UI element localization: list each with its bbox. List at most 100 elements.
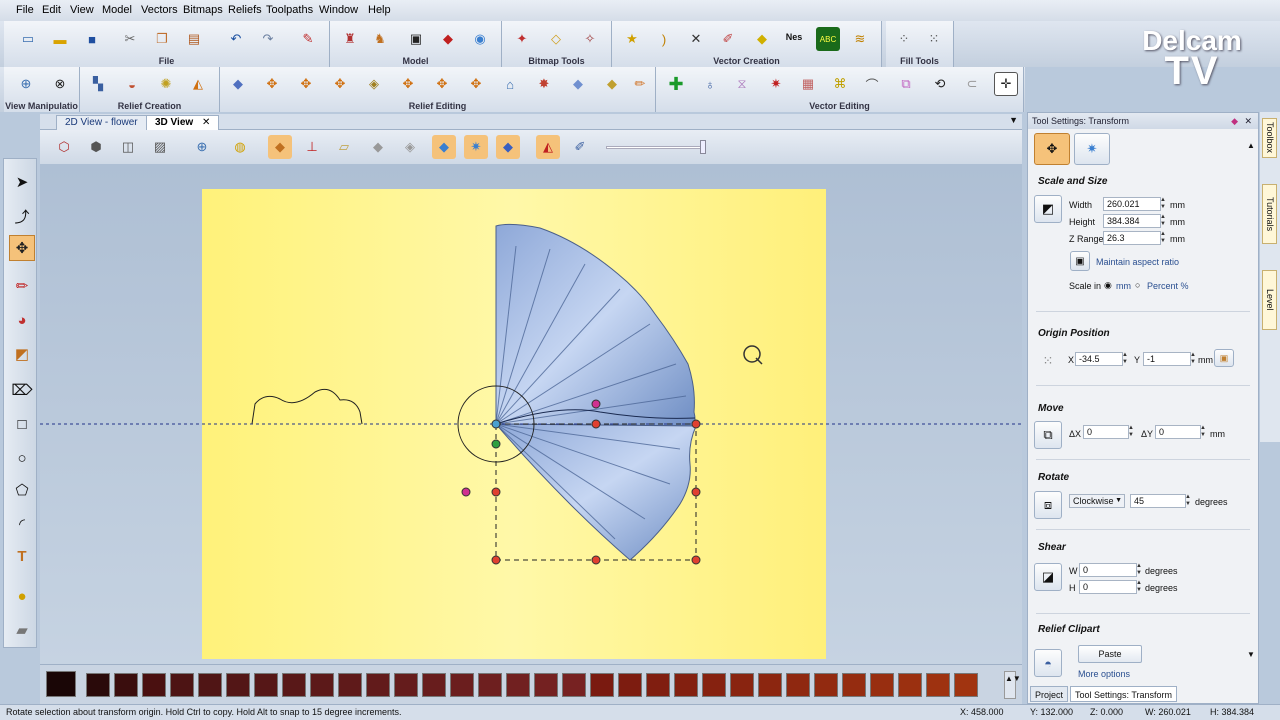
- colour-swatch[interactable]: [646, 673, 670, 697]
- vector-pen-icon[interactable]: ✐: [716, 27, 740, 51]
- top-view-icon[interactable]: ▨: [148, 135, 172, 159]
- colour-swatch[interactable]: [226, 673, 250, 697]
- rotate-direction-select[interactable]: Clockwise ▼: [1069, 494, 1125, 508]
- brush-icon[interactable]: ✐: [568, 135, 592, 159]
- menu-file[interactable]: File: [16, 4, 34, 16]
- model-icon-4[interactable]: ◆: [436, 27, 460, 51]
- origin-y-field[interactable]: -1: [1143, 352, 1191, 366]
- zoom-view-icon[interactable]: ⊕: [190, 135, 214, 159]
- transform-mode-icon[interactable]: ✥: [1034, 133, 1070, 165]
- relief-edit-icon-9[interactable]: ⌂: [498, 72, 522, 96]
- colour-swatch[interactable]: [870, 673, 894, 697]
- colour-swatch[interactable]: [562, 673, 586, 697]
- iso-view-icon[interactable]: ⬡: [52, 135, 76, 159]
- node-edit-icon[interactable]: ⤴: [9, 203, 35, 229]
- bucket-icon[interactable]: ◩: [9, 341, 35, 367]
- colour-swatch[interactable]: [786, 673, 810, 697]
- zoom-slider[interactable]: [606, 146, 706, 149]
- red-tool-icon[interactable]: ◭: [536, 135, 560, 159]
- primary-colour-swatch[interactable]: [46, 671, 76, 697]
- rotate-angle-field[interactable]: 45: [1130, 494, 1186, 508]
- move-dy-field[interactable]: 0: [1155, 425, 1201, 439]
- vector-layers-icon[interactable]: ≋: [848, 27, 872, 51]
- height-spinner-icon[interactable]: ▲ ▼: [1159, 214, 1167, 228]
- eraser-icon[interactable]: ▰: [9, 617, 35, 643]
- model-icon-3[interactable]: ▣: [404, 27, 428, 51]
- text-icon[interactable]: ABC: [816, 27, 840, 51]
- drop-icon[interactable]: ●: [9, 583, 35, 609]
- vector-edit-icon-2[interactable]: ♁: [698, 72, 722, 96]
- vector-shape-icon[interactable]: ◆: [750, 27, 774, 51]
- tab-2d-view[interactable]: 2D View - flower: [56, 115, 147, 130]
- colour-swatch[interactable]: [618, 673, 642, 697]
- vector-edit-icon-3[interactable]: ⧖: [730, 72, 754, 96]
- zrange-spinner-icon[interactable]: ▲ ▼: [1159, 231, 1167, 245]
- colour-swatch[interactable]: [254, 673, 278, 697]
- relief-edit-icon-3[interactable]: ✥: [294, 72, 318, 96]
- polyline-icon[interactable]: ⌦: [9, 377, 35, 403]
- tab-project[interactable]: Project: [1030, 686, 1069, 702]
- origin-x-spinner-icon[interactable]: ▲ ▼: [1121, 352, 1129, 366]
- select-arrow-icon[interactable]: ➤: [9, 169, 35, 195]
- new-file-icon[interactable]: ▭: [16, 27, 40, 51]
- polygon-icon[interactable]: ⬠: [9, 477, 35, 503]
- colour-swatch[interactable]: [534, 673, 558, 697]
- origin-lock-icon[interactable]: ▣: [1214, 349, 1234, 367]
- relief-edit-icon-5[interactable]: ◈: [362, 72, 386, 96]
- relief-mode-icon[interactable]: ✷: [1074, 133, 1110, 165]
- colour-swatch[interactable]: [338, 673, 362, 697]
- colour-swatch[interactable]: [702, 673, 726, 697]
- colour-swatch[interactable]: [310, 673, 334, 697]
- model-icon-5[interactable]: ◉: [468, 27, 492, 51]
- move-dy-spinner-icon[interactable]: ▲ ▼: [1199, 425, 1207, 439]
- grey-shape-icon-2[interactable]: ◈: [398, 135, 422, 159]
- lock-aspect-icon[interactable]: ▣: [1070, 251, 1090, 271]
- model-icon-2[interactable]: ♞: [368, 27, 392, 51]
- star-relief-icon[interactable]: ✷: [464, 135, 488, 159]
- bitmap-icon-1[interactable]: ✦: [510, 27, 534, 51]
- relief-edit-icon-6[interactable]: ✥: [396, 72, 420, 96]
- shear-h-field[interactable]: 0: [1079, 580, 1137, 594]
- rotate-angle-spinner-icon[interactable]: ▲ ▼: [1184, 494, 1192, 508]
- colour-swatch[interactable]: [898, 673, 922, 697]
- undo-icon[interactable]: ↶: [224, 27, 248, 51]
- copy-icon[interactable]: ❐: [150, 27, 174, 51]
- globe-icon[interactable]: ⊗: [48, 72, 72, 96]
- relief-edit-icon-2[interactable]: ✥: [260, 72, 284, 96]
- rectangle-icon[interactable]: □: [9, 411, 35, 437]
- relief-create-icon-4[interactable]: ◭: [186, 72, 210, 96]
- add-node-icon[interactable]: ✚: [664, 72, 688, 96]
- tab-dropdown-icon[interactable]: ▼: [1009, 115, 1018, 125]
- radio-mm[interactable]: ◉: [1104, 280, 1112, 291]
- zoom-slider-handle[interactable]: [700, 140, 706, 154]
- material-icon[interactable]: ▱: [332, 135, 356, 159]
- vector-edit-icon-4[interactable]: ✷: [764, 72, 788, 96]
- open-folder-icon[interactable]: ▬: [48, 27, 72, 51]
- colour-swatch[interactable]: [478, 673, 502, 697]
- paste-button[interactable]: Paste: [1078, 645, 1142, 663]
- colour-swatch[interactable]: [142, 673, 166, 697]
- relief-edit-icon-7[interactable]: ✥: [430, 72, 454, 96]
- tab-3d-view[interactable]: 3D View ✕: [146, 115, 220, 130]
- fill-icon-2[interactable]: ⁙: [922, 27, 946, 51]
- side-tab-level[interactable]: Level: [1262, 270, 1277, 330]
- text-tool-icon[interactable]: T: [9, 543, 35, 569]
- colour-swatch[interactable]: [282, 673, 306, 697]
- origin-x-field[interactable]: -34.5: [1075, 352, 1123, 366]
- vector-edit-icon-6[interactable]: ⌘: [828, 72, 852, 96]
- arc-icon[interactable]: ◜: [9, 511, 35, 537]
- pin-icon[interactable]: ◆: [1231, 113, 1238, 129]
- relief-shade-icon[interactable]: ◆: [268, 135, 292, 159]
- height-field[interactable]: 384.384: [1103, 214, 1161, 228]
- menu-reliefs[interactable]: Reliefs: [228, 4, 262, 16]
- more-options-link[interactable]: More options: [1078, 669, 1130, 679]
- grey-shape-icon-1[interactable]: ◆: [366, 135, 390, 159]
- light-bulb-icon[interactable]: ◍: [228, 135, 252, 159]
- vector-edit-icon-7[interactable]: ⌒: [860, 72, 884, 96]
- colour-swatch[interactable]: [926, 673, 950, 697]
- pencil-icon[interactable]: ✏: [9, 273, 35, 299]
- cut-icon[interactable]: ✂: [118, 27, 142, 51]
- colour-swatch[interactable]: [114, 673, 138, 697]
- vector-edit-icon-11[interactable]: ✛: [994, 72, 1018, 96]
- menu-model[interactable]: Model: [102, 4, 132, 16]
